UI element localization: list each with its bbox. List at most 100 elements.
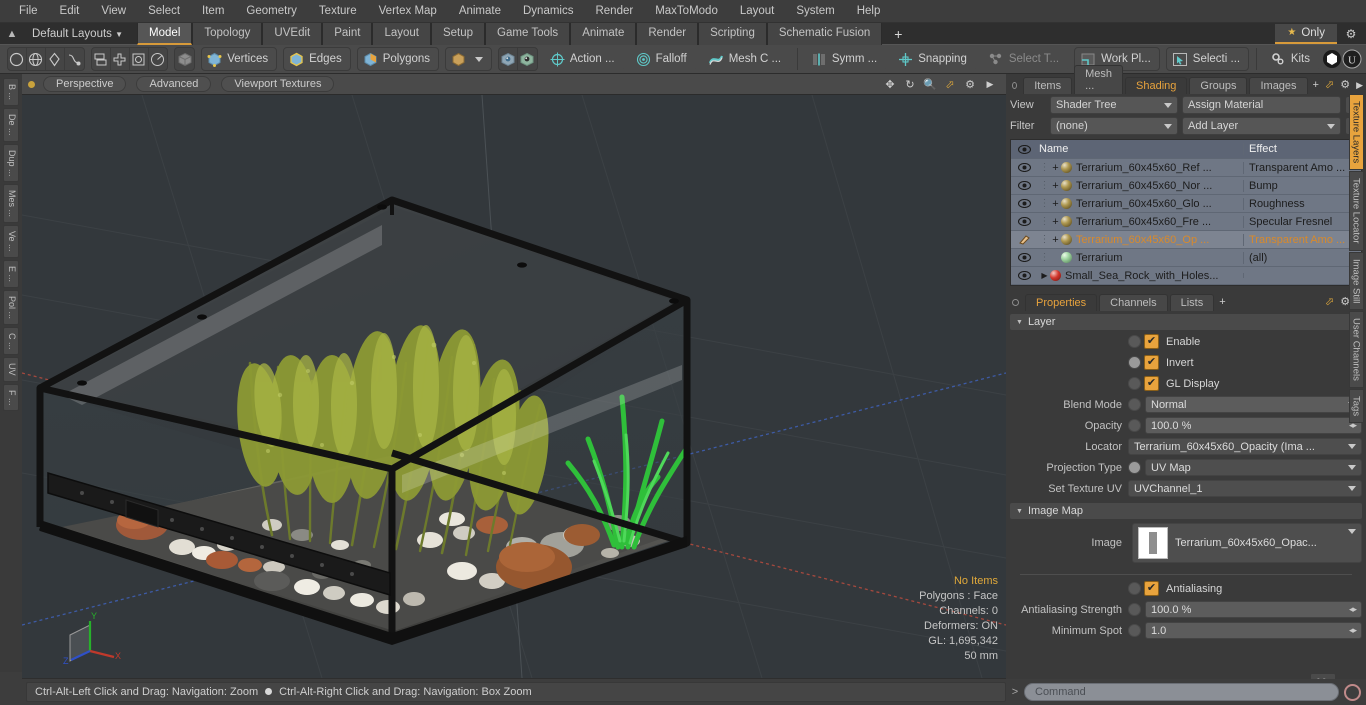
- properties-tab-properties[interactable]: Properties: [1025, 294, 1098, 311]
- expand-plus-icon[interactable]: +: [1050, 234, 1061, 246]
- right-rail-tab-image-still[interactable]: Image Still: [1348, 251, 1364, 311]
- right-rail-tab-tags[interactable]: Tags: [1348, 389, 1364, 424]
- panel-tab-items[interactable]: Items: [1023, 77, 1073, 94]
- maximize-icon[interactable]: ⬀: [940, 78, 960, 91]
- panel-menu-dot-icon[interactable]: [1012, 82, 1018, 89]
- layout-tab-setup[interactable]: Setup: [430, 22, 486, 45]
- default-layouts-menu[interactable]: Default Layouts ▼: [24, 28, 131, 40]
- layout-tab-render[interactable]: Render: [636, 22, 699, 45]
- shader-layer-name[interactable]: ▶ Small_Sea_Rock_with_Holes...: [1037, 270, 1243, 282]
- aa-strength-knob[interactable]: [1128, 603, 1141, 616]
- row-visibility-toggle[interactable]: [1011, 253, 1037, 262]
- row-visibility-toggle[interactable]: [1011, 199, 1037, 208]
- shade-preview-alt-icon[interactable]: [518, 48, 537, 70]
- menu-item-texture[interactable]: Texture: [308, 0, 368, 22]
- maximize-icon[interactable]: ⬀: [1322, 295, 1337, 311]
- layout-tab-schematic-fusion[interactable]: Schematic Fusion: [766, 22, 883, 45]
- menu-item-system[interactable]: System: [785, 0, 845, 22]
- shader-layer-effect[interactable]: [1243, 273, 1361, 278]
- move-icon[interactable]: [111, 48, 130, 70]
- menu-item-select[interactable]: Select: [137, 0, 191, 22]
- shader-tree-row[interactable]: ⋮ + Terrarium_60x45x60_Nor ... Bump: [1011, 177, 1361, 195]
- menu-item-item[interactable]: Item: [191, 0, 235, 22]
- curve-icon[interactable]: [65, 48, 84, 70]
- shader-tree-row[interactable]: ▶ Small_Sea_Rock_with_Holes...: [1011, 267, 1361, 285]
- left-rail-tab-0[interactable]: B ...: [3, 78, 19, 107]
- expand-plus-icon[interactable]: +: [1050, 198, 1061, 210]
- unreal-icon[interactable]: U: [1342, 48, 1362, 70]
- stack-icon[interactable]: [92, 48, 111, 70]
- 3d-viewport[interactable]: Y X Z No Items Polygons : Face Channels:…: [22, 95, 1006, 678]
- symmetry-button[interactable]: Symm ...: [804, 47, 887, 71]
- rotate-icon[interactable]: [149, 48, 168, 70]
- zoom-icon[interactable]: 🔍: [920, 78, 940, 91]
- projection-knob[interactable]: [1128, 461, 1141, 474]
- row-visibility-toggle[interactable]: [1011, 181, 1037, 190]
- min-spot-input[interactable]: 1.0 ◂▸: [1145, 622, 1362, 639]
- min-spot-knob[interactable]: [1128, 624, 1141, 637]
- command-record-icon[interactable]: [1344, 683, 1361, 701]
- expand-arrow-icon[interactable]: ▶: [1039, 271, 1050, 280]
- circle-icon[interactable]: [8, 48, 27, 70]
- left-rail-tab-8[interactable]: UV: [3, 357, 19, 382]
- edges-mode-button[interactable]: Edges: [283, 47, 351, 71]
- menu-item-animate[interactable]: Animate: [448, 0, 512, 22]
- layout-tab-scripting[interactable]: Scripting: [698, 22, 767, 45]
- maximize-icon[interactable]: ⬀: [1322, 78, 1337, 94]
- add-properties-tab-icon[interactable]: +: [1216, 296, 1228, 311]
- command-input[interactable]: Command: [1024, 683, 1339, 701]
- pen-icon[interactable]: [46, 48, 65, 70]
- layer-section-header[interactable]: ▼ Layer: [1010, 314, 1362, 330]
- viewport-menu-dot-icon[interactable]: [28, 80, 35, 88]
- blend-mode-knob[interactable]: [1128, 398, 1141, 411]
- shader-layer-name[interactable]: ⋮ + Terrarium_60x45x60_Fre ...: [1037, 216, 1243, 228]
- left-rail-tab-6[interactable]: Pol ...: [3, 289, 19, 325]
- opacity-input[interactable]: 100.0 % ◂▸: [1145, 417, 1362, 434]
- snapping-button[interactable]: Snapping: [892, 47, 976, 71]
- image-picker[interactable]: Terrarium_60x45x60_Opac...: [1132, 523, 1362, 563]
- shader-layer-effect[interactable]: (all): [1243, 251, 1361, 264]
- panel-tab-images[interactable]: Images: [1249, 77, 1308, 94]
- left-rail-tab-1[interactable]: De ...: [3, 108, 19, 142]
- shader-layer-name[interactable]: ⋮ + Terrarium_60x45x60_Nor ...: [1037, 180, 1243, 192]
- chevron-down-icon[interactable]: [475, 56, 484, 62]
- layout-tab-model[interactable]: Model: [137, 22, 193, 45]
- row-visibility-toggle[interactable]: [1011, 234, 1037, 245]
- left-rail-tab-3[interactable]: Mes ...: [3, 184, 19, 224]
- materials-mode-button[interactable]: [445, 47, 493, 71]
- chevron-right-icon[interactable]: ▶: [980, 79, 1000, 90]
- add-layer-dropdown[interactable]: Add Layer: [1182, 117, 1341, 135]
- shader-layer-effect[interactable]: Bump: [1243, 179, 1361, 192]
- right-rail-tab-texture-layers[interactable]: Texture Layers: [1348, 94, 1364, 171]
- right-rail-tab-user-channels[interactable]: User Channels: [1348, 311, 1364, 388]
- menu-item-file[interactable]: File: [8, 0, 49, 22]
- shader-layer-effect[interactable]: Roughness: [1243, 197, 1361, 210]
- menu-item-vertex-map[interactable]: Vertex Map: [368, 0, 448, 22]
- properties-tab-lists[interactable]: Lists: [1169, 294, 1215, 311]
- left-rail-tab-7[interactable]: C ...: [3, 326, 19, 356]
- assign-material-button[interactable]: Assign Material: [1182, 96, 1341, 114]
- panel-gear-icon[interactable]: ⚙: [1337, 78, 1353, 94]
- row-visibility-toggle[interactable]: [1011, 163, 1037, 172]
- shader-layer-effect[interactable]: Transparent Amo ...: [1243, 161, 1361, 174]
- viewport-gear-icon[interactable]: ⚙: [960, 78, 980, 91]
- gear-icon[interactable]: ⚙: [1340, 27, 1362, 41]
- viewport-perspective-selector[interactable]: Perspective: [43, 76, 127, 92]
- only-toggle-button[interactable]: ★ Only: [1275, 23, 1337, 44]
- add-layout-tab-button[interactable]: +: [882, 23, 914, 45]
- aa-strength-input[interactable]: 100.0 % ◂▸: [1145, 601, 1362, 618]
- substance-icon[interactable]: [1322, 48, 1342, 70]
- enable-knob[interactable]: [1128, 335, 1141, 348]
- invert-knob[interactable]: [1128, 356, 1141, 369]
- menu-item-render[interactable]: Render: [584, 0, 644, 22]
- falloff-button[interactable]: Falloff: [629, 47, 696, 71]
- opacity-knob[interactable]: [1128, 419, 1141, 432]
- left-rail-tab-4[interactable]: Ve ...: [3, 225, 19, 258]
- invert-checkbox[interactable]: ✔: [1144, 355, 1159, 370]
- mesh-constraint-button[interactable]: Mesh C ...: [701, 47, 791, 71]
- shader-tree-row[interactable]: ⋮ + Terrarium_60x45x60_Ref ... Transparent …: [1011, 159, 1361, 177]
- projection-dropdown[interactable]: UV Map: [1145, 459, 1362, 476]
- rotate-icon[interactable]: ↻: [900, 78, 920, 91]
- layout-tab-animate[interactable]: Animate: [570, 22, 637, 45]
- chevron-right-icon[interactable]: ▶: [1353, 80, 1366, 94]
